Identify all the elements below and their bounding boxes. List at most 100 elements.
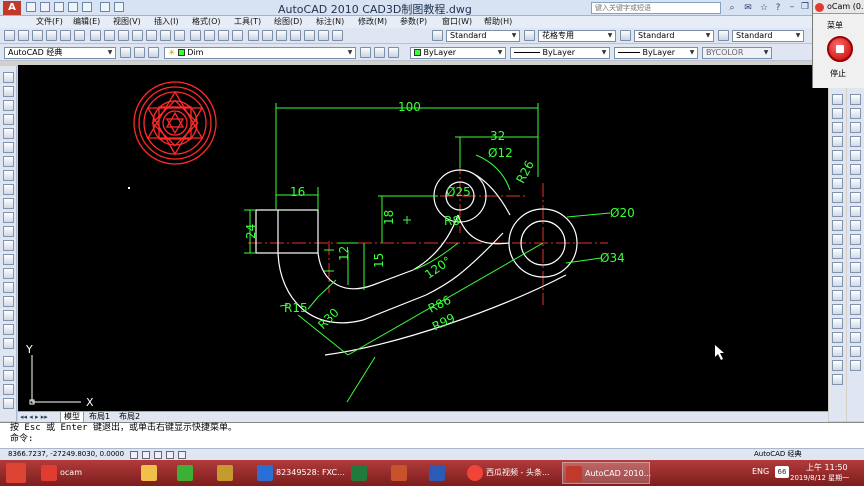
paste-icon[interactable]: [118, 30, 129, 41]
pedit-icon[interactable]: [850, 346, 861, 357]
table-style-select[interactable]: Standard ▼: [634, 30, 714, 42]
copy-icon[interactable]: [104, 30, 115, 41]
plotstyle-select[interactable]: BYCOLOR ▼: [702, 47, 772, 59]
text-style-icon[interactable]: [432, 30, 443, 41]
line-icon[interactable]: [3, 72, 14, 83]
save-icon[interactable]: [54, 2, 64, 12]
restore-icon[interactable]: ❐: [799, 1, 811, 13]
menu-format[interactable]: 格式(O): [192, 16, 221, 28]
layer-select[interactable]: ☀ Dim ▼: [164, 47, 356, 59]
table-style-icon[interactable]: [620, 30, 631, 41]
ellipse-arc-icon[interactable]: [3, 212, 14, 223]
menu-tools[interactable]: 工具(T): [234, 16, 261, 28]
undo-icon[interactable]: [82, 2, 92, 12]
text-edit-icon[interactable]: [850, 360, 861, 371]
menu-dimension[interactable]: 标注(N): [316, 16, 344, 28]
mleader-style-select[interactable]: Standard ▼: [732, 30, 804, 42]
ocam-menu[interactable]: 菜单: [827, 20, 843, 31]
menu-parametric[interactable]: 参数(P): [400, 16, 427, 28]
tray-badge[interactable]: 66: [775, 466, 789, 478]
open-file-icon[interactable]: [18, 30, 29, 41]
polygon-icon[interactable]: [3, 114, 14, 125]
quick-dim-icon[interactable]: [832, 206, 843, 217]
insert-block-icon[interactable]: [3, 226, 14, 237]
ellipse-icon[interactable]: [3, 198, 14, 209]
task-powerpoint[interactable]: [388, 462, 410, 484]
baseline-dim-icon[interactable]: [832, 220, 843, 231]
make-current-icon[interactable]: [360, 47, 371, 58]
spline-icon[interactable]: [3, 184, 14, 195]
osnap-icon[interactable]: [178, 451, 186, 459]
command-prompt[interactable]: 命令:: [10, 434, 864, 445]
explode-icon[interactable]: [850, 234, 861, 245]
designcenter-icon[interactable]: [262, 30, 273, 41]
open-icon[interactable]: [40, 2, 50, 12]
grid-icon[interactable]: [142, 451, 150, 459]
add-selected-icon[interactable]: [3, 338, 14, 349]
mleader-style-icon[interactable]: [718, 30, 729, 41]
drawing-area[interactable]: 100 32 Ø12 Ø25 R26 16 18 R8 Ø20 24 12 15…: [18, 65, 828, 411]
dim-text-edit-icon[interactable]: [832, 346, 843, 357]
layer-match-icon[interactable]: [388, 47, 399, 58]
coordinate-readout[interactable]: 8366.7237, -27249.8030, 0.0000: [8, 449, 124, 460]
align-icon[interactable]: [850, 332, 861, 343]
arc-icon[interactable]: [3, 142, 14, 153]
scale-icon[interactable]: [850, 122, 861, 133]
task-app3[interactable]: [214, 462, 236, 484]
pan-icon[interactable]: [190, 30, 201, 41]
linear-dim-icon[interactable]: [832, 94, 843, 105]
linetype-select[interactable]: ByLayer ▼: [510, 47, 610, 59]
menu-insert[interactable]: 插入(I): [154, 16, 179, 28]
jogged-dim-icon[interactable]: [832, 164, 843, 175]
text-style-select[interactable]: Standard ▼: [446, 30, 520, 42]
task-wechat[interactable]: [174, 462, 196, 484]
erase-icon[interactable]: [3, 356, 14, 367]
search-icon[interactable]: ⌕: [726, 2, 738, 14]
matchprop-icon[interactable]: [132, 30, 143, 41]
saveas-icon[interactable]: [68, 2, 78, 12]
erase-r-icon[interactable]: [850, 304, 861, 315]
polar-icon[interactable]: [166, 451, 174, 459]
properties-icon[interactable]: [248, 30, 259, 41]
layer-properties-icon[interactable]: [134, 47, 145, 58]
workspace-select[interactable]: AutoCAD 经典 ▼: [4, 47, 116, 59]
tolerance-icon[interactable]: [832, 276, 843, 287]
make-block-icon[interactable]: [3, 240, 14, 251]
search-input[interactable]: 键入关键字或短语: [591, 2, 721, 14]
sheetset-icon[interactable]: [290, 30, 301, 41]
angular-dim-icon[interactable]: [832, 192, 843, 203]
center-mark-icon[interactable]: [832, 290, 843, 301]
aligned-dim-icon[interactable]: [832, 108, 843, 119]
qnew-icon[interactable]: [4, 30, 15, 41]
task-chat[interactable]: 82349528: FXC...: [254, 462, 345, 484]
stretch-icon[interactable]: [850, 136, 861, 147]
menu-draw[interactable]: 绘图(D): [274, 16, 302, 28]
menu-view[interactable]: 视图(V): [113, 16, 141, 28]
task-explorer[interactable]: [138, 462, 160, 484]
revcloud-icon[interactable]: [3, 170, 14, 181]
minimize-icon[interactable]: –: [786, 1, 798, 13]
construction-line-icon[interactable]: [3, 86, 14, 97]
communication-icon[interactable]: ✉: [742, 2, 754, 14]
layer-previous-icon[interactable]: [374, 47, 385, 58]
print-icon[interactable]: [46, 30, 57, 41]
rectangle-icon[interactable]: [3, 128, 14, 139]
inspect-icon[interactable]: [832, 304, 843, 315]
mirror-icon[interactable]: [3, 384, 14, 395]
dim-space-icon[interactable]: [832, 248, 843, 259]
continue-dim-icon[interactable]: [832, 234, 843, 245]
trim-icon[interactable]: [850, 150, 861, 161]
rotate-icon[interactable]: [850, 108, 861, 119]
clock-time[interactable]: 上午 11:50: [806, 462, 848, 473]
menu-window[interactable]: 窗口(W): [442, 16, 472, 28]
dim-update-icon[interactable]: [832, 360, 843, 371]
menu-help[interactable]: 帮助(H): [484, 16, 512, 28]
task-xigua[interactable]: 西瓜视频 - 头条...: [464, 462, 554, 484]
move-icon[interactable]: [850, 94, 861, 105]
offset-icon[interactable]: [3, 398, 14, 409]
toolpalettes-icon[interactable]: [276, 30, 287, 41]
mtext-icon[interactable]: [3, 324, 14, 335]
hatch-icon[interactable]: [3, 268, 14, 279]
table-icon[interactable]: [3, 310, 14, 321]
favorites-icon[interactable]: ☆: [758, 2, 770, 14]
